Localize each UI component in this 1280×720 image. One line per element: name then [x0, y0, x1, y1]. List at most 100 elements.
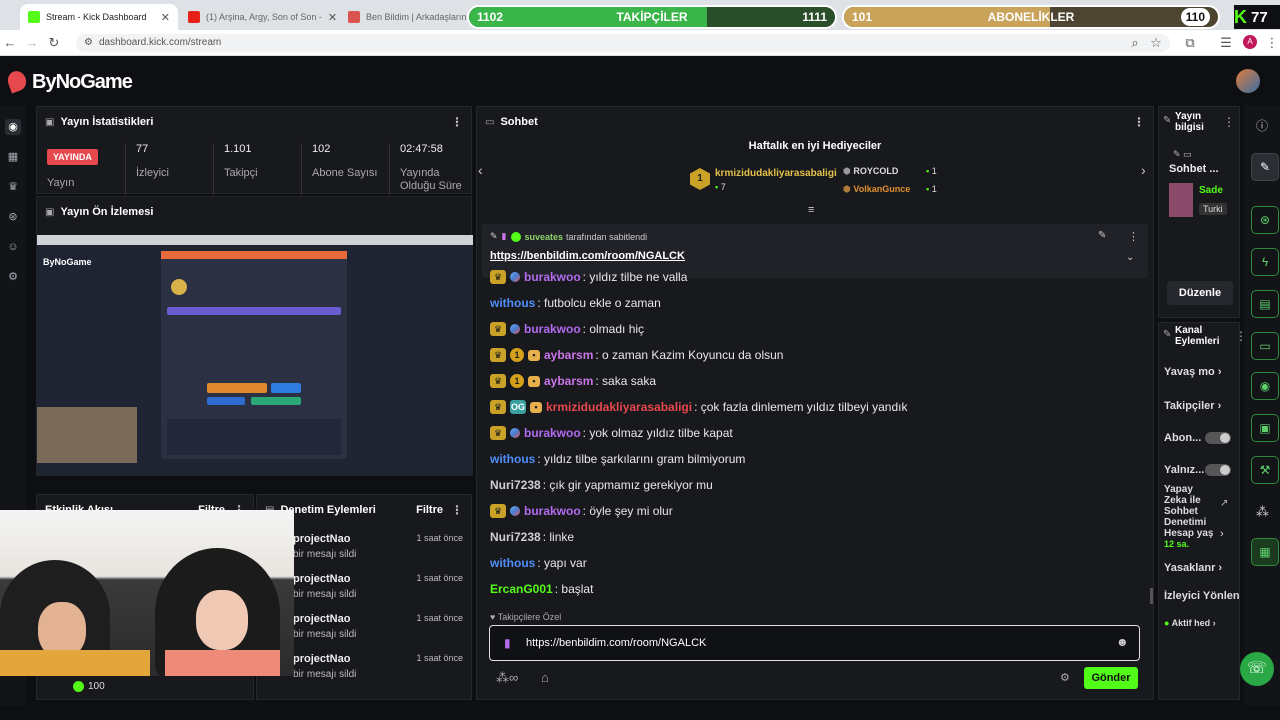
pinned-menu-icon[interactable]: ⋮: [1128, 230, 1139, 243]
chat-settings-icon[interactable]: ⚙: [1060, 671, 1070, 684]
store-icon[interactable]: ⌂: [541, 670, 549, 685]
close-tab-icon[interactable]: ✕: [322, 11, 337, 24]
reading-list-icon[interactable]: ☰: [1218, 35, 1234, 51]
moderation-row[interactable]: projectNao 1 saat önce bir mesajı sildi: [293, 613, 463, 649]
broadcast-icon[interactable]: ◉: [1251, 372, 1279, 400]
community-tool-icon[interactable]: ⁂: [1256, 504, 1269, 520]
moderation-icon[interactable]: ⊛: [5, 209, 21, 225]
preview-game-screen: [161, 251, 347, 459]
reload-icon[interactable]: ↻: [46, 35, 62, 51]
stats-menu-icon[interactable]: ⋮: [451, 115, 463, 129]
community-icon[interactable]: ☺: [5, 239, 21, 255]
browser-menu-icon[interactable]: ⋮: [1264, 35, 1280, 51]
ai-moderation-item[interactable]: Yapay Zeka ile Sohbet Denetimi Hesap yaş…: [1164, 484, 1218, 550]
unpin-icon[interactable]: ✎: [1098, 230, 1106, 241]
trophy-icon[interactable]: ♛: [5, 179, 21, 195]
zoom-icon[interactable]: ⌕: [1127, 35, 1143, 51]
support-chat-icon[interactable]: ☏: [1240, 652, 1274, 686]
emoji-icon[interactable]: ☻: [1116, 635, 1129, 649]
kick-viewer-badge: K 77: [1234, 5, 1280, 29]
moderation-user[interactable]: projectNao: [293, 573, 350, 585]
pinned-message: ✎ ▮ suveates tarafından sabitlendi https…: [482, 224, 1148, 278]
stream-info-menu-icon[interactable]: ⋮: [1223, 115, 1235, 129]
gifter-2[interactable]: ⬢ ROYCOLD: [843, 166, 898, 177]
subscribers-goal-bar: 101 ABONELİKLER 110: [842, 5, 1220, 29]
gifters-prev-icon[interactable]: ‹: [478, 162, 483, 178]
settings-icon[interactable]: ⚙: [5, 269, 21, 285]
url-field[interactable]: ⚙ dashboard.kick.com/stream: [76, 34, 1170, 52]
followers-stat: 1.101 Takipçi: [213, 143, 258, 195]
moderation-row[interactable]: projectNao 1 saat önce bir mesajı sildi: [293, 573, 463, 609]
pinned-link[interactable]: https://benbildim.com/room/NGALCK: [490, 250, 685, 262]
notes-icon[interactable]: ▤: [1251, 290, 1279, 318]
moderation-action: bir mesajı sildi: [293, 549, 357, 560]
extensions-icon[interactable]: ⧉: [1182, 35, 1198, 51]
gifters-next-icon[interactable]: ›: [1141, 162, 1146, 178]
browser-tab-youtube[interactable]: (1) Arşina, Argy, Son of Son - ✕: [180, 4, 338, 30]
bynogame-logo-icon: [5, 68, 29, 94]
gifter-3[interactable]: ⬢ VolkanGunce: [843, 184, 910, 195]
moderation-user[interactable]: projectNao: [293, 653, 350, 665]
chat-menu-icon[interactable]: ⋮: [1133, 115, 1145, 129]
hexagon-icon: ⬢: [843, 184, 854, 194]
chat-input-box[interactable]: ▮ ☻: [489, 625, 1140, 661]
webcam-overlay: [0, 510, 294, 676]
edit-button[interactable]: Düzenle: [1167, 281, 1233, 305]
chat-input[interactable]: [526, 634, 1086, 652]
followers-mode-item[interactable]: Takipçiler ›: [1164, 400, 1221, 412]
mic-icon[interactable]: ▮: [504, 636, 511, 650]
user-avatar[interactable]: [1236, 69, 1260, 93]
right-tools-rail: ⓘ: [1244, 105, 1280, 705]
chat-bubble-icon[interactable]: ▭: [1251, 332, 1279, 360]
lightning-icon[interactable]: ϟ: [1251, 248, 1279, 276]
followers-only-label: ♥ Takipçilere Özel: [490, 612, 562, 622]
collapse-gifters-icon[interactable]: ≡: [808, 204, 814, 216]
chevron-right-icon[interactable]: ›: [1220, 528, 1224, 540]
forward-icon[interactable]: →: [24, 35, 40, 50]
moderation-row[interactable]: projectNao 1 saat önce bir mesajı sildi: [293, 533, 463, 569]
moderation-tool-icon[interactable]: ⊛: [1251, 206, 1279, 234]
live-badge: YAYINDA: [47, 149, 98, 165]
brand-logo[interactable]: ByNoGame: [32, 71, 133, 94]
stream-icon[interactable]: ◉: [5, 119, 21, 135]
info-icon[interactable]: ⓘ: [1256, 117, 1268, 134]
youtube-favicon-icon: [188, 11, 200, 23]
site-info-icon[interactable]: ⚙: [84, 37, 93, 48]
back-icon[interactable]: ←: [2, 35, 18, 50]
mic-icon: ▮: [501, 231, 507, 241]
active-goal-item[interactable]: ● Aktif hed ›: [1164, 618, 1216, 628]
kick-favicon-icon: [28, 11, 40, 23]
preview-icon: ▣: [45, 206, 55, 218]
moderation-menu-icon[interactable]: ⋮: [451, 503, 463, 517]
moderation-time: 1 saat önce: [416, 613, 463, 623]
bookmark-star-icon[interactable]: ☆: [1148, 35, 1164, 51]
edit-tool-icon[interactable]: ✎: [1251, 153, 1279, 181]
wrench-icon[interactable]: ⚒: [1251, 456, 1279, 484]
emote-only-toggle[interactable]: [1205, 464, 1231, 476]
subs-mode-toggle[interactable]: [1205, 432, 1231, 444]
viewer-redirect-item[interactable]: İzleyici Yönlen: [1164, 590, 1240, 602]
send-button[interactable]: Gönder: [1084, 667, 1138, 689]
slow-mode-item[interactable]: Yavaş mo ›: [1164, 366, 1222, 378]
external-link-icon[interactable]: ↗: [1220, 498, 1228, 509]
expand-pinned-icon[interactable]: ⌄: [1126, 252, 1134, 263]
moderation-row[interactable]: projectNao 1 saat önce bir mesajı sildi: [293, 653, 463, 689]
dashboard-icon[interactable]: ▦: [5, 149, 21, 165]
channel-points-icon[interactable]: ⁂∞: [496, 670, 518, 686]
close-tab-icon[interactable]: ✕: [155, 11, 170, 24]
tv-icon[interactable]: ▣: [1251, 414, 1279, 442]
browser-tab-benbildim[interactable]: Ben Bildim | Arkadaşlarınla G: [340, 4, 466, 30]
clapper-icon[interactable]: ▦: [1251, 538, 1279, 566]
profile-avatar[interactable]: A: [1243, 35, 1257, 49]
top-gifter-name[interactable]: krmizidudakliyarasabaligi: [715, 168, 837, 179]
viewers-stat: 77 İzleyici: [125, 143, 169, 195]
moderation-user[interactable]: projectNao: [293, 613, 350, 625]
browser-tab-kick[interactable]: Stream - Kick Dashboard ✕: [20, 4, 178, 30]
bottom-counter: 100: [73, 681, 105, 692]
chat-scrollbar[interactable]: [1150, 588, 1153, 604]
banned-item[interactable]: Yasaklanr ›: [1164, 562, 1222, 574]
heart-icon: ♥: [490, 612, 498, 622]
moderation-filter-button[interactable]: Filtre: [416, 504, 443, 516]
moderation-user[interactable]: projectNao: [293, 533, 350, 545]
stream-preview-video[interactable]: ByNoGame: [37, 235, 473, 475]
